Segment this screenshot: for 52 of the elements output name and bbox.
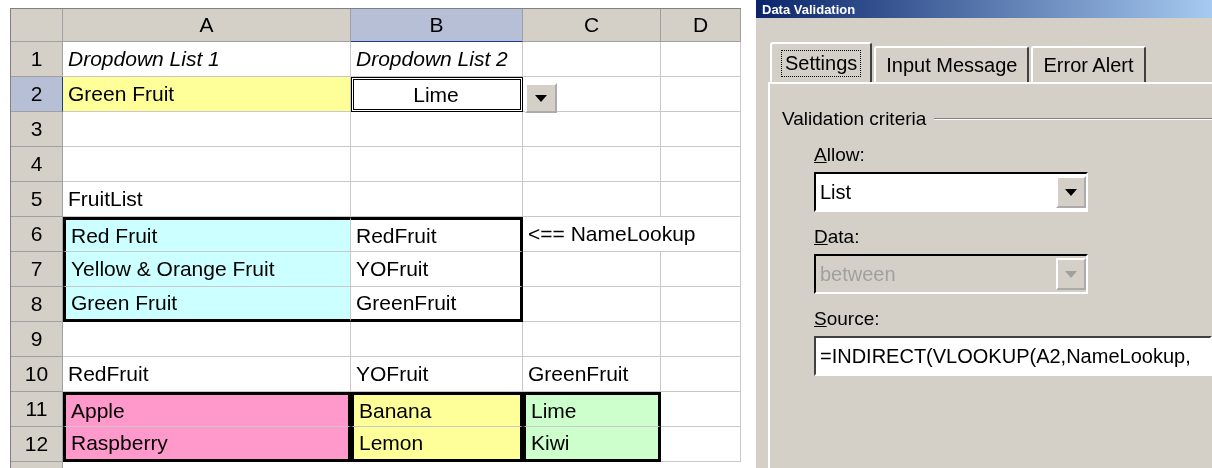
table-cell: RedFruit bbox=[63, 357, 351, 392]
input-field[interactable]: =INDIRECT(VLOOKUP(A2,NameLookup, bbox=[814, 336, 1212, 376]
tab[interactable]: Settings bbox=[770, 42, 873, 82]
table-cell: Raspberry bbox=[63, 427, 351, 462]
table-cell: YOFruit bbox=[351, 252, 523, 287]
table-cell: Yellow & Orange Fruit bbox=[63, 252, 351, 287]
column-header[interactable]: B bbox=[351, 9, 523, 42]
row-header[interactable]: 4 bbox=[11, 147, 63, 182]
window-title: Data Validation bbox=[756, 0, 1212, 18]
table-cell: Lime bbox=[523, 392, 661, 427]
table-cell: GreenFruit bbox=[351, 287, 523, 322]
table-cell: <== NameLookup bbox=[523, 217, 741, 252]
dropdown-field[interactable]: List bbox=[814, 172, 1088, 212]
tab[interactable]: Input Message bbox=[874, 46, 1030, 82]
table-cell: YOFruit bbox=[351, 357, 523, 392]
table-cell: Banana bbox=[351, 392, 523, 427]
table-cell: Dropdown List 2 bbox=[351, 42, 523, 77]
field-label: Source: bbox=[814, 308, 880, 330]
dropdown-button[interactable] bbox=[525, 83, 557, 113]
row-header[interactable]: 10 bbox=[11, 357, 63, 392]
table-cell: Kiwi bbox=[523, 427, 661, 462]
caret-icon bbox=[535, 94, 547, 102]
row-header[interactable]: 7 bbox=[11, 252, 63, 287]
column-header[interactable]: D bbox=[661, 9, 741, 42]
select-all-corner[interactable] bbox=[11, 9, 63, 42]
row-header[interactable] bbox=[11, 462, 63, 468]
row-header[interactable]: 12 bbox=[11, 427, 63, 462]
table-cell: GreenFruit bbox=[523, 357, 661, 392]
row-header[interactable]: 6 bbox=[11, 217, 63, 252]
row-header[interactable]: 9 bbox=[11, 322, 63, 357]
row-header[interactable]: 5 bbox=[11, 182, 63, 217]
table-cell: RedFruit bbox=[351, 217, 523, 252]
table-cell: Red Fruit bbox=[63, 217, 351, 252]
row-header[interactable]: 2 bbox=[11, 77, 63, 112]
table-cell: Green Fruit bbox=[63, 77, 351, 112]
table-cell: Apple bbox=[63, 392, 351, 427]
caret-icon bbox=[1065, 188, 1077, 196]
row-header[interactable]: 8 bbox=[11, 287, 63, 322]
table-cell: FruitList bbox=[63, 182, 351, 217]
field-label: Data: bbox=[814, 226, 860, 248]
tab[interactable]: Error Alert bbox=[1031, 46, 1146, 82]
table-cell: Lemon bbox=[351, 427, 523, 462]
row-header[interactable]: 3 bbox=[11, 112, 63, 147]
field-label: Allow: bbox=[814, 144, 865, 166]
row-header[interactable]: 11 bbox=[11, 392, 63, 427]
row-header[interactable]: 1 bbox=[11, 42, 63, 77]
table-cell: Dropdown List 1 bbox=[63, 42, 351, 77]
caret-icon bbox=[1065, 270, 1077, 278]
column-header[interactable]: C bbox=[523, 9, 661, 42]
group-label: Validation criteria bbox=[782, 108, 927, 130]
column-header[interactable]: A bbox=[63, 9, 351, 42]
table-cell: Green Fruit bbox=[63, 287, 351, 322]
